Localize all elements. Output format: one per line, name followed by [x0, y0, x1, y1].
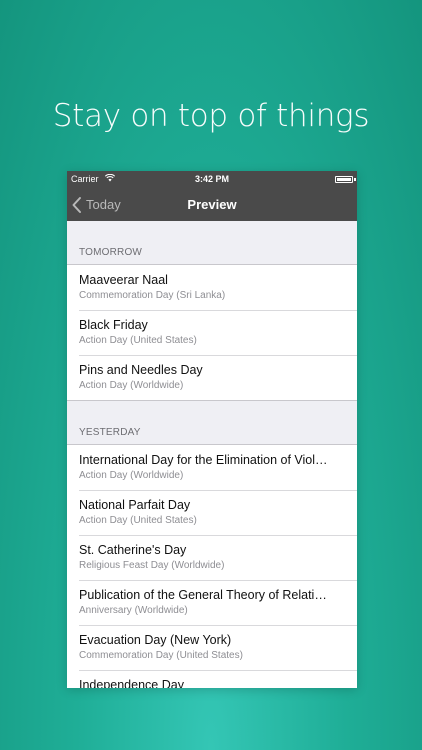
nav-title: Preview: [187, 197, 237, 212]
list-item-title: Independence Day: [79, 678, 184, 688]
list-item-title: Pins and Needles Day: [79, 363, 203, 377]
battery-icon: [335, 176, 353, 183]
navigation-bar: Today Preview: [67, 188, 357, 221]
list-item[interactable]: Black Friday Action Day (United States): [67, 310, 357, 355]
status-time: 3:42 PM: [194, 174, 229, 184]
status-bar: Carrier 3:42 PM: [67, 171, 357, 188]
list-item-title: Evacuation Day (New York): [79, 633, 232, 647]
list-item-title: Publication of the General Theory of Rel…: [79, 588, 327, 602]
section-group: International Day for the Elimination of…: [67, 444, 357, 688]
section-header: TOMORROW: [79, 247, 143, 258]
list-item[interactable]: Publication of the General Theory of Rel…: [67, 580, 357, 625]
section-header: YESTERDAY: [79, 427, 141, 438]
list-item-subtitle: Action Day (United States): [79, 335, 197, 346]
list-item-subtitle: Action Day (United States): [79, 515, 197, 526]
list-item-subtitle: Action Day (Worldwide): [79, 380, 184, 391]
list-item-subtitle: Action Day (Worldwide): [79, 470, 184, 481]
list-item[interactable]: Evacuation Day (New York) Commemoration …: [67, 625, 357, 670]
list-item-subtitle: Commemoration Day (United States): [79, 650, 243, 661]
list-item-title: National Parfait Day: [79, 498, 191, 512]
list-item-subtitle: Commemoration Day (Sri Lanka): [79, 290, 226, 301]
list-item-title: Maaveerar Naal: [79, 273, 168, 287]
list-item[interactable]: St. Catherine's Day Religious Feast Day …: [67, 535, 357, 580]
phone-screen: Carrier 3:42 PM Today Preview TOMORROW M…: [67, 171, 357, 688]
headline: Stay on top of things: [52, 98, 370, 134]
section-group: Maaveerar Naal Commemoration Day (Sri La…: [67, 264, 357, 401]
battery-tip: [354, 178, 356, 181]
list-item[interactable]: Pins and Needles Day Action Day (Worldwi…: [67, 355, 357, 400]
list-item[interactable]: International Day for the Elimination of…: [67, 445, 357, 490]
list-item-subtitle: Religious Feast Day (Worldwide): [79, 560, 225, 571]
list-item-subtitle: Anniversary (Worldwide): [79, 605, 188, 616]
list-item[interactable]: Independence Day: [67, 670, 357, 688]
section-yesterday: YESTERDAY International Day for the Elim…: [67, 401, 357, 688]
list-item[interactable]: National Parfait Day Action Day (United …: [67, 490, 357, 535]
list-item-title: Black Friday: [79, 318, 148, 332]
section-tomorrow: TOMORROW Maaveerar Naal Commemoration Da…: [67, 221, 357, 401]
list-item-title: St. Catherine's Day: [79, 543, 187, 557]
list-item-title: International Day for the Elimination of…: [79, 453, 328, 467]
list-item[interactable]: Maaveerar Naal Commemoration Day (Sri La…: [67, 265, 357, 310]
